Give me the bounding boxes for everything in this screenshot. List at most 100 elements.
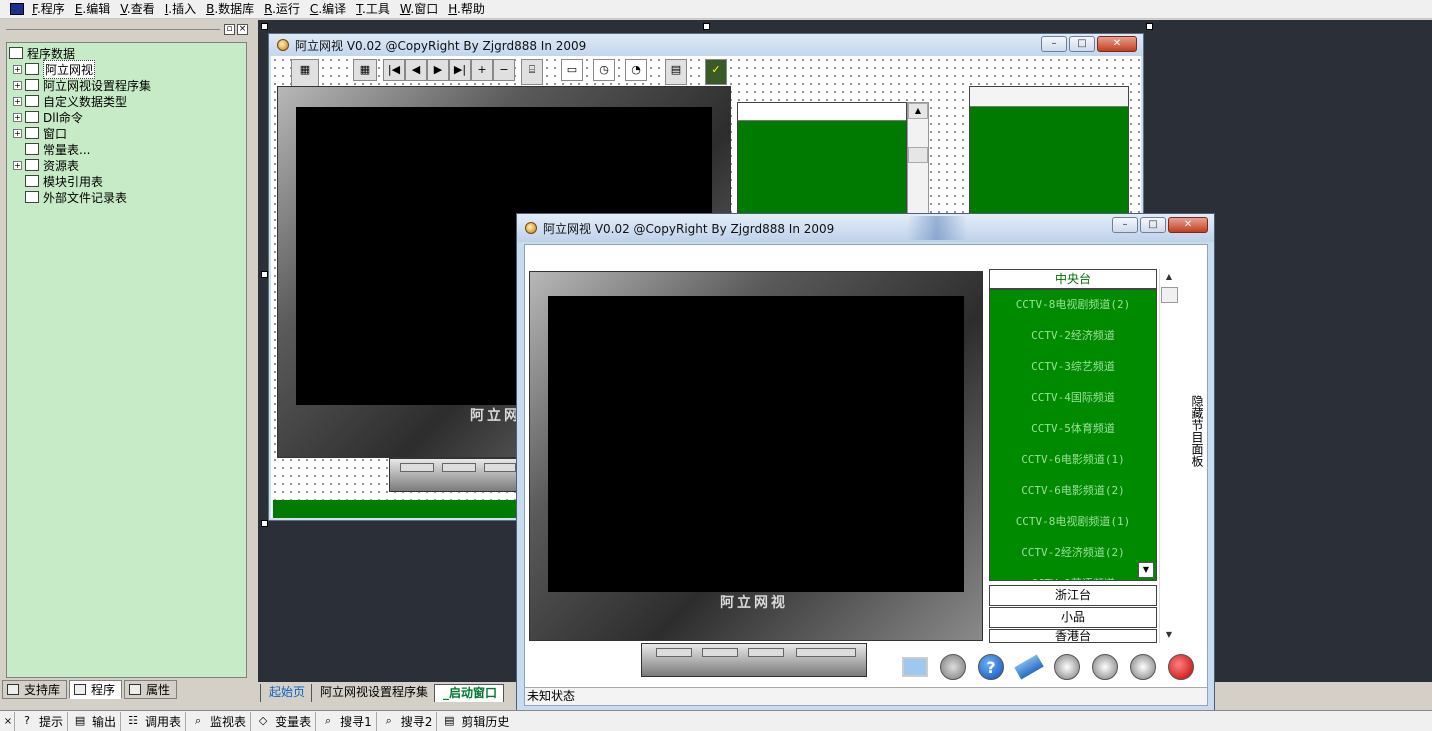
eye-icon[interactable]	[1049, 649, 1085, 685]
group-header-hongkong[interactable]: 香港台	[989, 629, 1157, 643]
tree-item-windows[interactable]: + 窗口	[9, 125, 246, 141]
remove-icon[interactable]: −	[493, 59, 515, 81]
resize-handle[interactable]	[261, 271, 268, 278]
resize-handle[interactable]	[261, 520, 268, 527]
form-icon[interactable]: ▦	[353, 59, 377, 81]
monitor-icon[interactable]	[897, 649, 933, 685]
eye-icon[interactable]	[1125, 649, 1161, 685]
add-icon[interactable]: +	[471, 59, 493, 81]
tab-variables[interactable]: ◇ 变量表	[250, 711, 315, 731]
tab-callstack[interactable]: ☷ 调用表	[120, 711, 185, 731]
scroll-up-icon[interactable]: ▲	[908, 103, 928, 119]
close-icon[interactable]: ×	[2, 716, 14, 727]
scroll-up-icon[interactable]: ▲	[1160, 269, 1178, 285]
list-item[interactable]: CCTV-9英语频道	[990, 569, 1156, 580]
tab-support-library[interactable]: 支持库	[2, 680, 68, 699]
list-item[interactable]: CCTV-8电视剧频道(2)	[990, 290, 1156, 321]
first-icon[interactable]: |◀	[383, 59, 405, 81]
tree-item-settings-assembly[interactable]: + 阿立网视设置程序集	[9, 77, 246, 93]
group-header-cctv[interactable]: 中央台	[989, 269, 1157, 289]
eye-icon[interactable]	[1087, 649, 1123, 685]
tree-item-custom-types[interactable]: + 自定义数据类型	[9, 93, 246, 109]
menu-run[interactable]: R.运行	[259, 1, 305, 18]
list-item[interactable]: CCTV-4国际频道	[990, 383, 1156, 414]
panel-close-button[interactable]: ×	[237, 24, 248, 35]
panel-restore-button[interactable]: ▫	[224, 24, 235, 35]
tooltip-icon[interactable]: ▭	[561, 59, 583, 81]
tab-start-page[interactable]: 起始页	[260, 684, 311, 702]
stop-button[interactable]	[702, 648, 738, 657]
tv-screen[interactable]	[548, 296, 964, 592]
list-item[interactable]: CCTV-8电视剧频道(1)	[990, 507, 1156, 538]
clock-icon[interactable]: ◔	[625, 59, 647, 81]
maximize-button[interactable]: □	[1069, 36, 1095, 52]
expand-icon[interactable]: +	[13, 80, 22, 90]
tab-settings-assembly[interactable]: 阿立网视设置程序集	[311, 684, 434, 702]
close-button[interactable]: ✕	[1097, 36, 1137, 52]
play-button[interactable]	[656, 648, 692, 657]
help-icon[interactable]: ?	[973, 649, 1009, 685]
tree-item-module-refs[interactable]: 模块引用表	[9, 173, 246, 189]
panel-grip[interactable]	[6, 29, 220, 30]
minimize-button[interactable]: –	[1041, 36, 1067, 52]
tab-clip-history[interactable]: ▤ 剪辑历史	[436, 711, 513, 731]
tab-watch[interactable]: ⌕ 监视表	[185, 711, 250, 731]
group-header-sketch[interactable]: 小品	[989, 607, 1157, 628]
list-item[interactable]: CCTV-2经济频道(2)	[990, 538, 1156, 569]
tab-properties[interactable]: 属性	[124, 680, 178, 699]
form-icon[interactable]: ▦	[291, 59, 319, 87]
menu-view[interactable]: V.查看	[115, 1, 160, 18]
channel-scrollbar[interactable]: ▲ ▼	[1159, 269, 1178, 643]
maximize-button[interactable]: □	[1140, 217, 1166, 233]
tab-hint[interactable]: ? 提示	[14, 711, 67, 731]
list-item[interactable]: CCTV-6电影频道(1)	[990, 445, 1156, 476]
scroll-down-icon[interactable]: ▼	[1138, 562, 1154, 578]
menu-window[interactable]: W.窗口	[395, 1, 443, 18]
menu-tools[interactable]: T.工具	[351, 1, 395, 18]
next-icon[interactable]: ▶	[427, 59, 449, 81]
close-button[interactable]: ✕	[1168, 217, 1208, 233]
list-item[interactable]: CCTV-5体育频道	[990, 414, 1156, 445]
expand-icon[interactable]: +	[13, 160, 22, 170]
database-icon[interactable]: ⌸	[521, 59, 543, 85]
list-item[interactable]: CCTV-2经济频道	[990, 321, 1156, 352]
menu-help[interactable]: H.帮助	[443, 1, 490, 18]
list-item[interactable]: CCTV-3综艺频道	[990, 352, 1156, 383]
expand-icon[interactable]: +	[13, 128, 22, 138]
pause-button[interactable]	[748, 648, 784, 657]
resize-handle[interactable]	[261, 23, 268, 30]
tab-program[interactable]: 程序	[69, 680, 123, 699]
expand-icon[interactable]: +	[13, 96, 22, 106]
tree-item-external-files[interactable]: 外部文件记录表	[9, 189, 246, 205]
menu-edit[interactable]: E.编辑	[70, 1, 115, 18]
volume-slider[interactable]	[796, 648, 856, 657]
resize-handle[interactable]	[1146, 23, 1153, 30]
tab-search1[interactable]: ⌕ 搜寻1	[315, 711, 376, 731]
list-item[interactable]: CCTV-6电影频道(2)	[990, 476, 1156, 507]
menu-insert[interactable]: I.插入	[160, 1, 201, 18]
timer-icon[interactable]: ◷	[593, 59, 615, 81]
scroll-down-icon[interactable]: ▼	[1160, 627, 1178, 643]
last-icon[interactable]: ▶|	[449, 59, 471, 81]
tree-item-alinet[interactable]: + 阿立网视	[9, 59, 246, 79]
minimize-button[interactable]: –	[1112, 217, 1138, 233]
tree-item-dll-commands[interactable]: + Dll命令	[9, 109, 246, 125]
speaker-icon[interactable]	[935, 649, 971, 685]
prev-icon[interactable]: ◀	[405, 59, 427, 81]
channel-list[interactable]: CCTV-8电视剧频道(2) CCTV-2经济频道 CCTV-3综艺频道 CCT…	[989, 289, 1157, 581]
resize-handle[interactable]	[703, 23, 710, 30]
group-header-zhejiang[interactable]: 浙江台	[989, 585, 1157, 606]
expand-icon[interactable]: +	[13, 64, 22, 74]
menu-compile[interactable]: C.编译	[305, 1, 351, 18]
record-icon[interactable]	[1163, 649, 1199, 685]
tab-output[interactable]: ▤ 输出	[67, 711, 120, 731]
expand-icon[interactable]: +	[13, 112, 22, 122]
design-titlebar[interactable]: 阿立网视 V0.02 @CopyRight By Zjgrd888 In 200…	[269, 34, 1143, 56]
tree-item-resources[interactable]: + 资源表	[9, 157, 246, 173]
menu-program[interactable]: F.程序	[27, 1, 70, 18]
tab-search2[interactable]: ⌕ 搜寻2	[375, 711, 437, 731]
media-icon[interactable]: ✓	[705, 59, 727, 85]
menu-database[interactable]: B.数据库	[201, 1, 259, 18]
run-titlebar[interactable]: 阿立网视 V0.02 @CopyRight By Zjgrd888 In 200…	[517, 214, 1214, 242]
tab-startup-window[interactable]: _启动窗口	[434, 684, 505, 702]
